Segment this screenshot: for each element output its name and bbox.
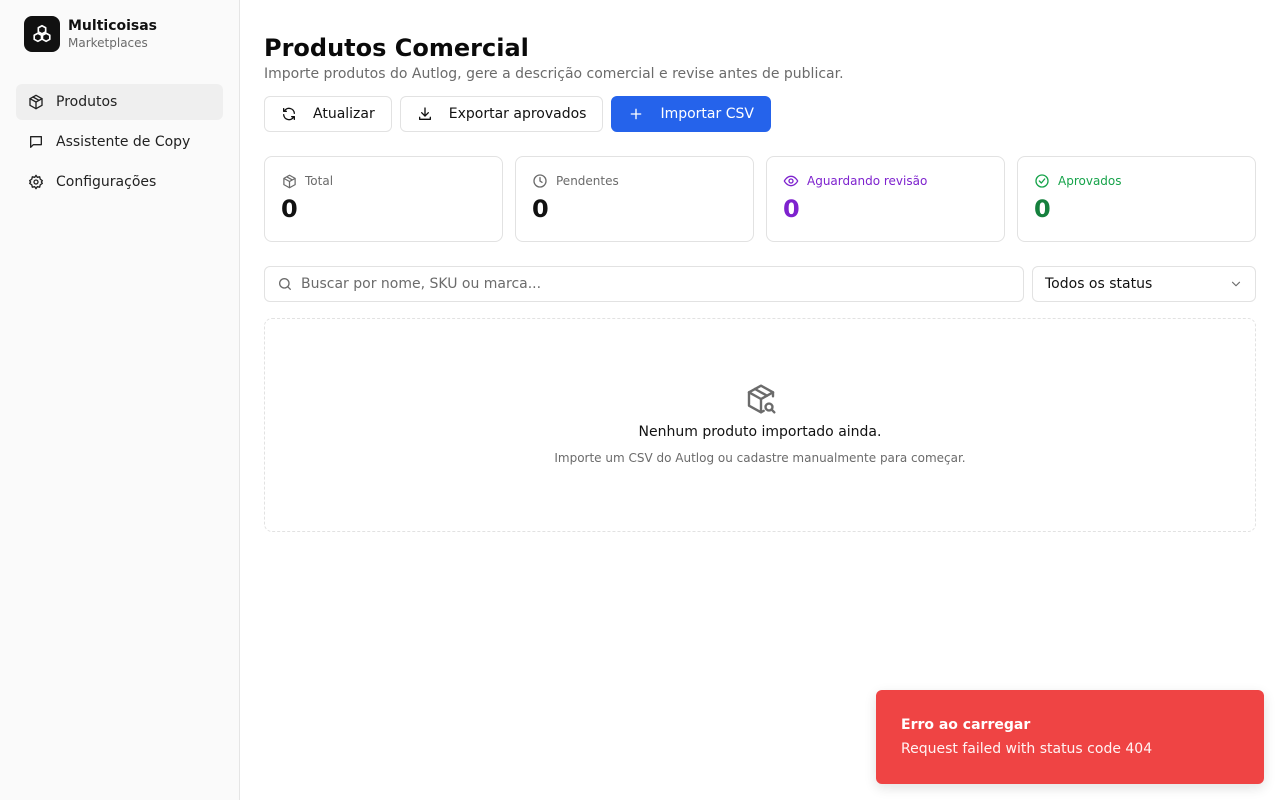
main-content: Produtos Comercial Importe produtos do A… — [240, 0, 1280, 800]
stat-value: 0 — [532, 195, 549, 223]
stats-row: Total 0 Pendentes 0 Aguardando revisão 0… — [264, 156, 1256, 242]
sidebar-nav: Produtos Assistente de Copy Configuraçõe… — [16, 84, 223, 204]
toast-message: Request failed with status code 404 — [901, 741, 1153, 757]
sidebar-item-produtos[interactable]: Produtos — [16, 84, 223, 120]
chevron-down-icon — [1229, 277, 1243, 291]
boxes-icon — [24, 16, 60, 52]
status-select[interactable]: Todos os status — [1032, 266, 1256, 302]
message-square-icon — [28, 134, 44, 150]
search-box[interactable] — [264, 266, 1024, 302]
stat-card-aprovados: Aprovados 0 — [1017, 156, 1256, 242]
action-bar: Atualizar Exportar aprovados Importar CS… — [264, 96, 779, 132]
stat-card-total: Total 0 — [264, 156, 503, 242]
sidebar-item-label: Assistente de Copy — [56, 134, 191, 150]
export-approved-button[interactable]: Exportar aprovados — [399, 96, 604, 132]
status-select-value: Todos os status — [1045, 276, 1153, 292]
check-circle-icon — [1034, 173, 1050, 189]
sidebar-item-configuracoes[interactable]: Configurações — [16, 164, 223, 200]
download-icon — [417, 106, 433, 122]
package-icon — [28, 94, 44, 110]
refresh-icon — [281, 106, 297, 122]
stat-value: 0 — [1034, 195, 1051, 223]
sidebar-item-label: Configurações — [56, 174, 157, 190]
page-subtitle: Importe produtos do Autlog, gere a descr… — [264, 66, 844, 82]
refresh-button-label: Atualizar — [313, 106, 375, 122]
refresh-button[interactable]: Atualizar — [264, 96, 392, 132]
import-csv-button[interactable]: Importar CSV — [611, 96, 771, 132]
brand-subtitle: Marketplaces — [68, 36, 148, 50]
package-search-icon — [745, 383, 777, 415]
filters-row: Todos os status — [264, 266, 1256, 302]
stat-label: Aguardando revisão — [807, 174, 928, 188]
export-button-label: Exportar aprovados — [448, 106, 587, 122]
stat-value: 0 — [281, 195, 298, 223]
page-title: Produtos Comercial — [264, 34, 529, 62]
error-toast[interactable]: Erro ao carregar Request failed with sta… — [876, 690, 1264, 784]
import-button-label: Importar CSV — [660, 106, 754, 122]
plus-icon — [628, 106, 644, 122]
gear-icon — [28, 174, 44, 190]
sidebar-item-label: Produtos — [56, 94, 118, 110]
stat-card-pendentes: Pendentes 0 — [515, 156, 754, 242]
clock-icon — [532, 173, 548, 189]
empty-state-description: Importe um CSV do Autlog ou cadastre man… — [554, 451, 966, 465]
empty-state: Nenhum produto importado ainda. Importe … — [264, 318, 1256, 532]
search-input[interactable] — [301, 276, 1001, 292]
stat-label: Pendentes — [556, 174, 619, 188]
brand-name: Multicoisas — [68, 18, 158, 34]
stat-card-aguardando-revisao: Aguardando revisão 0 — [766, 156, 1005, 242]
brand[interactable]: Multicoisas Marketplaces — [24, 16, 157, 52]
package-icon — [281, 173, 297, 189]
eye-icon — [783, 173, 799, 189]
stat-label: Total — [305, 174, 334, 188]
empty-state-title: Nenhum produto importado ainda. — [638, 424, 882, 440]
sidebar: Multicoisas Marketplaces Produtos Assist… — [0, 0, 240, 800]
sidebar-item-assistente-de-copy[interactable]: Assistente de Copy — [16, 124, 223, 160]
stat-label: Aprovados — [1058, 174, 1122, 188]
toast-title: Erro ao carregar — [901, 717, 1031, 733]
search-icon — [277, 276, 293, 292]
stat-value: 0 — [783, 195, 800, 223]
